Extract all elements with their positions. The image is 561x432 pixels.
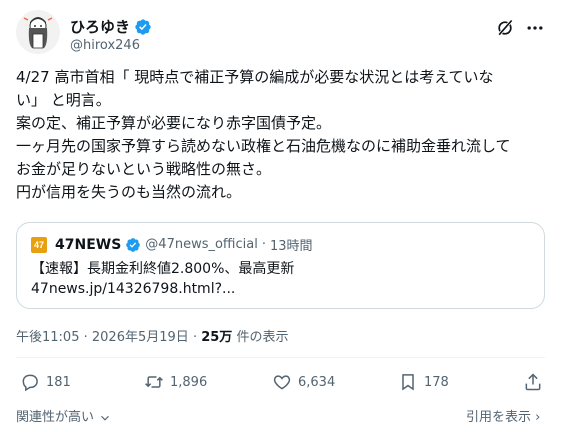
quote-header: 47 47NEWS @47news_official · 13時間 — [31, 235, 313, 254]
share-icon — [525, 373, 541, 391]
view-quotes-link[interactable]: 引用を表示 › — [466, 406, 540, 425]
more-icon[interactable] — [525, 18, 545, 38]
like-count: 6,634 — [298, 374, 336, 390]
action-bar: 181 1,896 6,634 178 — [16, 372, 545, 396]
quote-avatar: 47 — [31, 236, 47, 253]
post-text-line: い」 と明言。 — [16, 91, 111, 109]
bookmark-count: 178 — [424, 374, 449, 390]
name-row: ひろゆき — [70, 16, 152, 37]
quote-link: 47news.jp/14326798.html?... — [31, 281, 236, 297]
chevron-right-icon: › — [535, 410, 541, 425]
post-text-line: 一ヶ月先の国家予算すら読めない政権と石油危機なのに補助金垂れ流して — [16, 137, 511, 155]
repost-icon — [145, 376, 163, 388]
repost-count: 1,896 — [170, 374, 208, 390]
verified-badge-icon — [126, 237, 141, 252]
quote-handle: @47news_official — [145, 237, 258, 252]
share-button[interactable] — [523, 372, 543, 392]
bookmark-icon — [402, 374, 414, 391]
views-count: 25万 — [201, 330, 233, 345]
quote-time: 13時間 — [269, 239, 313, 254]
post-timestamp: 午後11:05 · 2026年5月19日 · 25万 件の表示 — [16, 326, 288, 345]
post-text: 4/27 高市首相「 現時点で補正予算の編成が必要な状況とは考えていな い」 と… — [16, 66, 549, 204]
quote-separator: · — [261, 237, 266, 252]
display-name[interactable]: ひろゆき — [70, 16, 130, 37]
heart-icon — [273, 375, 291, 390]
post-text-line: 4/27 高市首相「 現時点で補正予算の編成が必要な状況とは考えていな — [16, 68, 494, 86]
post-text-line: お金が足りないという戦略性の無さ。 — [16, 160, 272, 178]
verified-badge-icon — [135, 18, 151, 35]
bookmark-button[interactable]: 178 — [398, 372, 449, 392]
repost-button[interactable]: 1,896 — [144, 372, 207, 392]
sort-relevance-button[interactable]: 関連性が高い — [16, 406, 112, 425]
views-label: 件の表示 — [236, 330, 289, 345]
reply-button[interactable]: 181 — [20, 372, 71, 392]
reply-count: 181 — [46, 374, 71, 390]
post-header: ひろゆき @hirox246 — [16, 10, 545, 60]
divider — [16, 357, 545, 358]
meta-dot: · — [192, 330, 198, 345]
post-date[interactable]: 2026年5月19日 — [92, 330, 189, 345]
user-handle[interactable]: @hirox246 — [70, 38, 140, 53]
quote-text: 【速報】長期金利終値2.800%、最高更新 — [31, 261, 295, 277]
meta-dot: · — [83, 330, 88, 345]
grok-icon[interactable] — [495, 18, 515, 38]
quote-display-name: 47NEWS — [55, 236, 122, 253]
sort-relevance-label: 関連性が高い — [16, 410, 95, 425]
post-text-line: 円が信用を失うのも当然の流れ。 — [16, 183, 242, 201]
chevron-down-icon — [101, 415, 110, 421]
reply-icon — [22, 374, 38, 392]
avatar[interactable] — [16, 10, 60, 54]
like-button[interactable]: 6,634 — [272, 372, 335, 392]
quote-card[interactable]: 47 47NEWS @47news_official · 13時間 【速報】長期… — [16, 222, 545, 309]
post-text-line: 案の定、補正予算が必要になり赤字国債予定。 — [16, 114, 332, 132]
post-time[interactable]: 午後11:05 — [16, 330, 79, 345]
view-quotes-label: 引用を表示 — [466, 410, 532, 425]
